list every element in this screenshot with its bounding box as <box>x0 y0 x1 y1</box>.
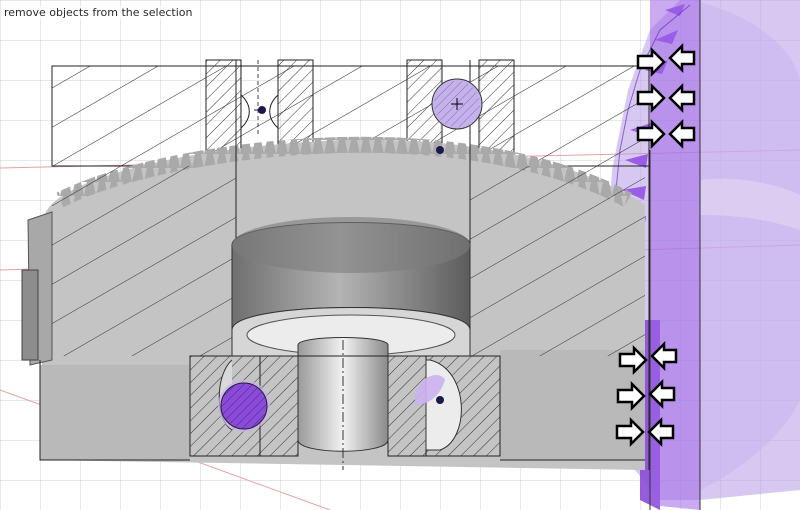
3d-viewport[interactable]: remove objects from the selection <box>0 0 800 510</box>
hub-cylinder <box>231 217 471 357</box>
gear-section-scene[interactable] <box>0 0 800 510</box>
